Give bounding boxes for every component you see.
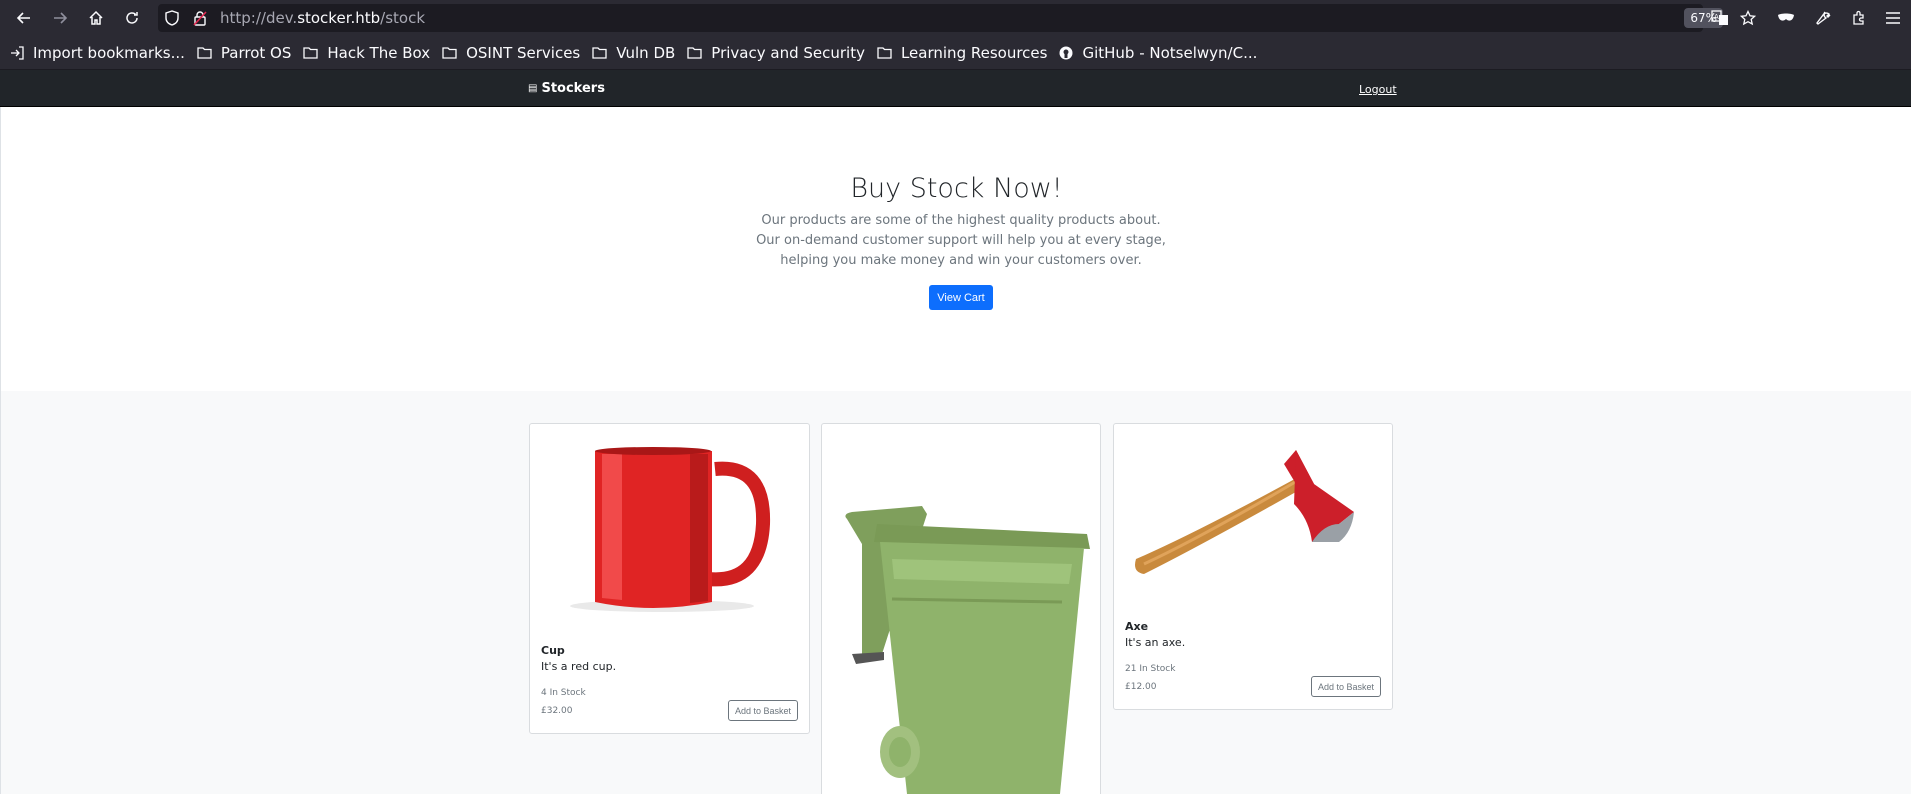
folder-icon — [442, 46, 462, 59]
logout-link[interactable]: Logout — [1359, 83, 1397, 96]
back-arrow-icon — [16, 12, 30, 24]
brand-link[interactable]: ▤ Stockers — [528, 81, 605, 96]
url-text[interactable]: http://dev.stocker.htb/stock — [220, 9, 425, 27]
product-card-bin — [821, 423, 1101, 794]
product-card-axe: Axe It's an axe. 21 In Stock £12.00 Add … — [1113, 423, 1393, 710]
product-price: £32.00 — [541, 706, 573, 716]
reload-icon — [126, 12, 138, 24]
product-title: Axe — [1125, 620, 1149, 633]
bookmark-label: Privacy and Security — [711, 43, 865, 62]
product-stock: 21 In Stock — [1125, 664, 1176, 674]
axe-image — [1135, 450, 1354, 574]
bookmark-label: Hack The Box — [327, 43, 431, 62]
folder-icon — [592, 46, 612, 59]
reload-button[interactable] — [114, 0, 150, 36]
bookmark-star-button[interactable] — [1731, 0, 1765, 36]
home-button[interactable] — [78, 0, 114, 36]
tracking-protection-icon[interactable] — [158, 4, 186, 32]
bookmark-item[interactable]: Vuln DB — [592, 44, 675, 62]
extensions-button[interactable] — [1842, 0, 1876, 36]
green-bin-image — [845, 506, 1090, 794]
bookmark-label: Parrot OS — [220, 43, 292, 62]
private-mask-button[interactable] — [1769, 0, 1803, 36]
product-title: Cup — [541, 644, 565, 657]
folder-icon — [687, 46, 707, 59]
devtools-button[interactable] — [1806, 0, 1840, 36]
bookmark-item[interactable]: Hack The Box — [303, 44, 430, 62]
svg-text:A: A — [1714, 13, 1719, 21]
github-icon — [1059, 46, 1078, 60]
bookmark-item[interactable]: GitHub - Notselwyn/C... — [1059, 44, 1257, 62]
add-to-basket-button[interactable]: Add to Basket — [1311, 676, 1381, 697]
bookmark-item[interactable]: OSINT Services — [442, 44, 580, 62]
hero-title: Buy Stock Now! — [850, 173, 1063, 204]
puzzle-icon — [1853, 10, 1864, 25]
folder-icon — [197, 46, 217, 59]
bookmark-item[interactable]: Privacy and Security — [687, 44, 865, 62]
brand-label: Stockers — [541, 81, 605, 96]
brand-logo-icon: ▤ — [528, 83, 538, 94]
bookmark-label: Import bookmarks... — [33, 43, 185, 62]
product-stock: 4 In Stock — [541, 688, 586, 698]
menu-button[interactable] — [1876, 0, 1910, 36]
insecure-lock-icon[interactable] — [186, 4, 214, 32]
product-card-cup: Cup It's a red cup. 4 In Stock £32.00 Ad… — [529, 423, 810, 734]
bookmark-label: Learning Resources — [900, 43, 1048, 62]
product-description: It's a red cup. — [541, 660, 617, 673]
view-cart-button[interactable]: View Cart — [929, 285, 993, 310]
wrench-icon — [1816, 11, 1831, 25]
hamburger-menu-icon — [1886, 12, 1900, 24]
translate-icon: A — [1711, 10, 1728, 25]
home-icon — [89, 10, 103, 25]
hero-description: Our products are some of the highest qua… — [756, 213, 1166, 268]
bookmark-item[interactable]: Import bookmarks... — [10, 44, 185, 62]
bookmark-item[interactable]: Parrot OS — [197, 44, 291, 62]
bookmark-label: GitHub - Notselwyn/C... — [1082, 43, 1258, 62]
bookmarks-bar: Import bookmarks... Parrot OS Hack The Box… — [0, 36, 1911, 70]
folder-icon — [303, 46, 323, 59]
forward-button[interactable] — [42, 0, 78, 36]
site-navbar: ▤ Stockers Logout — [0, 70, 1911, 107]
star-icon — [1740, 10, 1756, 26]
bookmark-label: Vuln DB — [616, 43, 676, 62]
product-description: It's an axe. — [1125, 636, 1186, 649]
url-bar[interactable]: http://dev.stocker.htb/stock — [158, 4, 1703, 32]
folder-icon — [877, 46, 897, 59]
hero-section: Buy Stock Now! Our products are some of … — [0, 107, 1911, 391]
browser-toolbar: http://dev.stocker.htb/stock 67% A — [0, 0, 1911, 36]
product-album: Cup It's a red cup. 4 In Stock £32.00 Ad… — [0, 391, 1911, 794]
mask-icon — [1778, 13, 1794, 21]
red-cup-image — [570, 447, 771, 612]
url-path: /stock — [380, 9, 426, 27]
back-button[interactable] — [6, 0, 42, 36]
bookmark-item[interactable]: Learning Resources — [877, 43, 1048, 62]
bookmark-label: OSINT Services — [466, 43, 581, 62]
url-host: stocker.htb — [297, 9, 381, 27]
import-icon — [10, 45, 29, 60]
url-prefix: http://dev. — [220, 9, 298, 27]
forward-arrow-icon — [54, 12, 68, 24]
product-price: £12.00 — [1125, 682, 1157, 692]
add-to-basket-button[interactable]: Add to Basket — [728, 700, 798, 721]
